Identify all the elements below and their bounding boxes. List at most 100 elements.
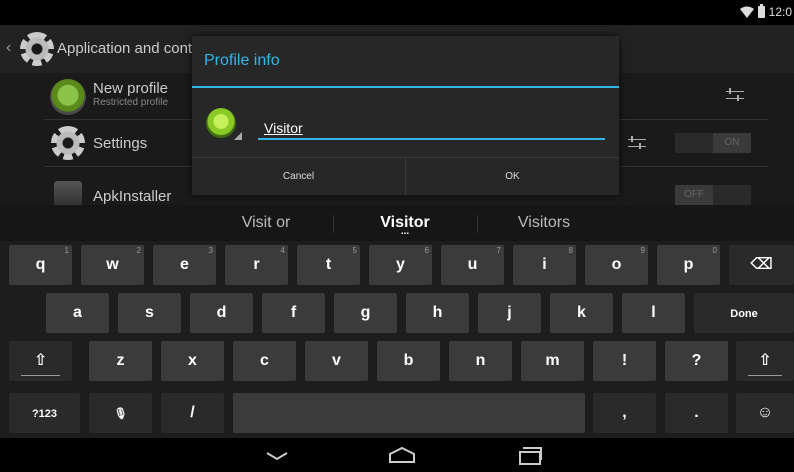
wifi-icon: [739, 6, 754, 18]
home-icon[interactable]: [387, 444, 417, 466]
key-label: Done: [730, 308, 758, 320]
key-hint: 6: [424, 246, 429, 255]
profile-photo-button[interactable]: [206, 108, 236, 138]
key-label: r: [253, 256, 260, 273]
dialog-title: Profile info: [204, 52, 280, 69]
key-hint: 0: [712, 246, 717, 255]
key-f[interactable]: f: [262, 293, 325, 333]
key-g[interactable]: g: [334, 293, 397, 333]
key-q[interactable]: q1: [9, 245, 72, 285]
key-hint: 1: [64, 246, 69, 255]
key-question[interactable]: ?: [665, 341, 728, 381]
row-title: ApkInstaller: [93, 188, 172, 205]
spacebar[interactable]: [233, 393, 585, 433]
cancel-button[interactable]: Cancel: [192, 158, 405, 195]
key-label: y: [396, 256, 405, 273]
clock: 12:0: [768, 5, 792, 19]
key-label: e: [180, 256, 189, 273]
divider: [333, 215, 334, 233]
key-e[interactable]: e3: [153, 245, 216, 285]
shift-key[interactable]: ⇧: [9, 341, 72, 381]
backspace-icon: ⌫: [750, 256, 773, 273]
key-x[interactable]: x: [161, 341, 224, 381]
smiley-icon: ☺: [756, 404, 774, 421]
shift-key-right[interactable]: ⇧: [736, 341, 794, 381]
key-n[interactable]: n: [449, 341, 512, 381]
ok-button[interactable]: OK: [405, 158, 619, 195]
key-period[interactable]: .: [665, 393, 728, 433]
profile-name-input[interactable]: Visitor: [258, 118, 605, 140]
key-p[interactable]: p0: [657, 245, 720, 285]
dropdown-corner-icon: [234, 132, 242, 140]
app-icon: [54, 181, 82, 205]
recents-icon[interactable]: [515, 444, 545, 466]
key-label: t: [325, 256, 332, 273]
key-t[interactable]: t5: [297, 245, 360, 285]
shift-indicator: [748, 375, 782, 376]
microphone-key[interactable]: 🎙: [89, 393, 152, 433]
key-label: q: [35, 256, 46, 273]
key-label: w: [106, 256, 119, 273]
key-hint: 7: [496, 246, 501, 255]
key-i[interactable]: i8: [513, 245, 576, 285]
more-suggestions-dots: ...: [400, 226, 410, 237]
key-z[interactable]: z: [89, 341, 152, 381]
key-hint: 9: [640, 246, 645, 255]
settings-gear-icon: [51, 126, 85, 160]
key-label: i: [542, 256, 547, 273]
emoji-key[interactable]: ☺: [736, 393, 794, 433]
input-value: Visitor: [264, 120, 303, 136]
key-hint: 5: [352, 246, 357, 255]
row-subtitle: Restricted profile: [93, 97, 169, 108]
key-y[interactable]: y6: [369, 245, 432, 285]
toggle-switch[interactable]: OFF: [675, 185, 751, 205]
status-bar: 12:0: [0, 0, 794, 25]
key-o[interactable]: o9: [585, 245, 648, 285]
tune-icon[interactable]: [724, 86, 746, 104]
soft-keyboard: Visit or Visitor ... Visitors q1 w2 e3 r…: [0, 205, 794, 438]
backspace-key[interactable]: ⌫: [729, 245, 794, 285]
chevron-down-icon[interactable]: [262, 444, 292, 466]
key-hint: 8: [568, 246, 573, 255]
key-m[interactable]: m: [521, 341, 584, 381]
divider: [192, 86, 619, 88]
toggle-state: ON: [713, 133, 751, 153]
key-label: p: [683, 256, 694, 273]
key-exclamation[interactable]: !: [593, 341, 656, 381]
suggestion-left[interactable]: Visit or: [196, 205, 336, 241]
suggestion-center[interactable]: Visitor ...: [335, 205, 475, 241]
key-a[interactable]: a: [46, 293, 109, 333]
key-label: ?123: [31, 408, 58, 420]
key-l[interactable]: l: [622, 293, 685, 333]
key-hint: 2: [136, 246, 141, 255]
key-v[interactable]: v: [305, 341, 368, 381]
key-slash[interactable]: /: [161, 393, 224, 433]
key-hint: 4: [280, 246, 285, 255]
symbols-key[interactable]: ?123: [9, 393, 80, 433]
toggle-switch[interactable]: ON: [675, 133, 751, 153]
key-j[interactable]: j: [478, 293, 541, 333]
done-key[interactable]: Done: [694, 293, 794, 333]
battery-icon: [757, 4, 765, 18]
key-h[interactable]: h: [406, 293, 469, 333]
key-c[interactable]: c: [233, 341, 296, 381]
microphone-icon: 🎙: [113, 408, 128, 420]
suggestion-strip: Visit or Visitor ... Visitors: [0, 205, 794, 241]
shift-icon: ⇧: [33, 352, 48, 369]
key-d[interactable]: d: [190, 293, 253, 333]
key-comma[interactable]: ,: [593, 393, 656, 433]
up-caret-icon[interactable]: ‹: [6, 39, 11, 57]
suggestion-right[interactable]: Visitors: [474, 205, 614, 241]
navigation-bar: [0, 438, 794, 472]
key-s[interactable]: s: [118, 293, 181, 333]
key-w[interactable]: w2: [81, 245, 144, 285]
key-u[interactable]: u7: [441, 245, 504, 285]
tune-icon[interactable]: [626, 134, 648, 152]
key-k[interactable]: k: [550, 293, 613, 333]
settings-gear-icon: [20, 32, 54, 66]
key-r[interactable]: r4: [225, 245, 288, 285]
dialog-buttons: Cancel OK: [192, 157, 619, 195]
profile-info-dialog: Profile info Visitor Cancel OK: [192, 36, 619, 195]
key-b[interactable]: b: [377, 341, 440, 381]
row-title: Settings: [93, 135, 148, 152]
